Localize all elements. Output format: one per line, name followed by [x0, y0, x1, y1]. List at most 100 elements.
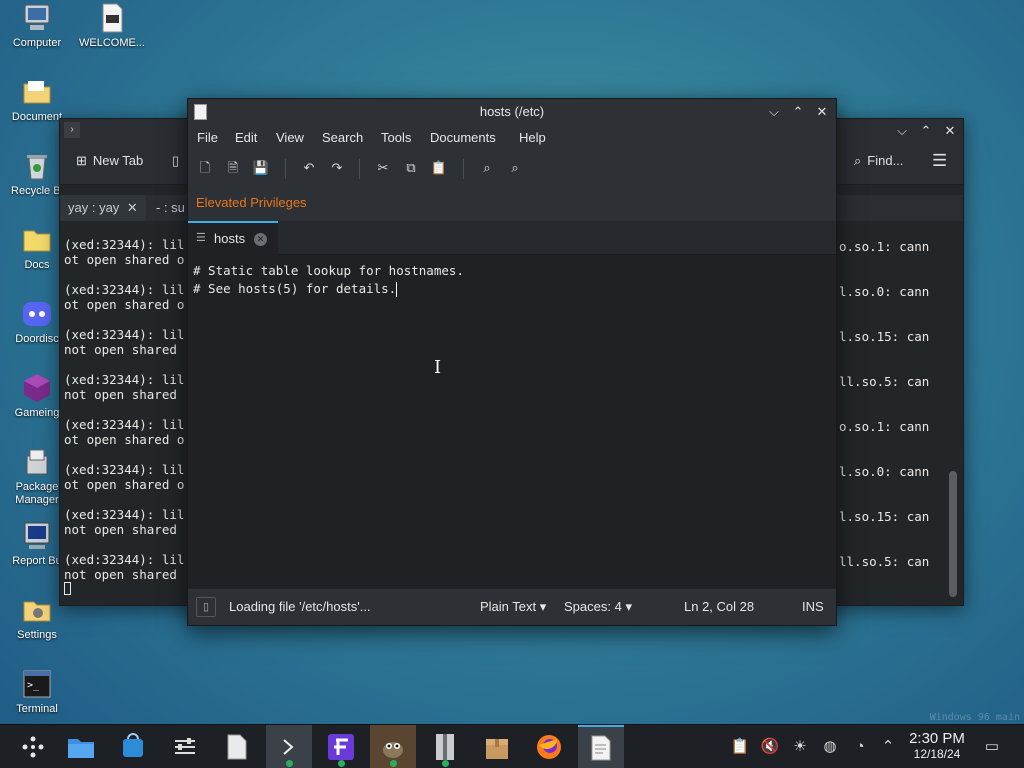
start-logo-icon [22, 736, 44, 758]
box-icon [486, 739, 508, 759]
desktop-icon-label: WELCOME... [78, 37, 145, 49]
syntax-dropdown[interactable]: Plain Text ▾ [480, 589, 546, 625]
taskbar-launcher[interactable] [318, 725, 364, 768]
tray-expand-chevron-icon[interactable]: ⌃ [878, 737, 898, 757]
volume-muted-icon[interactable]: 🔇 [760, 737, 780, 757]
search-icon[interactable]: ⌕ [478, 159, 496, 177]
desktop-icon-documents[interactable]: Document [0, 76, 74, 124]
desktop-icon-terminal[interactable]: >_ Terminal [0, 668, 74, 716]
new-document-icon[interactable]: 🗋 [196, 159, 214, 177]
document-list-icon: ☰ [196, 232, 206, 244]
os-watermark: Windows 96 main [929, 712, 1020, 723]
editor-line: # See hosts(5) for details. [193, 281, 398, 297]
brightness-icon[interactable]: ☀ [790, 737, 810, 757]
taskbar-firefox[interactable] [526, 725, 572, 768]
clock-time: 2:30 PM [909, 730, 965, 747]
window-title: hosts (/etc) [479, 104, 545, 119]
document-tab-hosts[interactable]: ☰ hosts ✕ [188, 221, 278, 255]
taskbar-documents[interactable] [214, 725, 260, 768]
text-cursor [396, 282, 398, 297]
dropdown-arrow-icon: ▾ [539, 599, 547, 614]
text-editor-window[interactable]: hosts (/etc) ⌵ ⌃ ✕ File Edit View Search… [187, 98, 837, 626]
toolbar-separator [463, 159, 464, 179]
taskbar-archive[interactable] [422, 725, 468, 768]
start-menu-button[interactable] [10, 725, 56, 768]
editor-titlebar[interactable]: hosts (/etc) ⌵ ⌃ ✕ [188, 99, 836, 125]
save-icon[interactable]: 💾 [252, 159, 270, 177]
maximize-button[interactable]: ⌃ [788, 99, 808, 125]
taskbar-mixer[interactable] [162, 725, 208, 768]
minimize-button[interactable]: ⌵ [892, 118, 912, 144]
search-icon: ⌕ [854, 153, 862, 168]
new-tab-icon: ⊞ [76, 153, 87, 168]
monitor-icon [21, 520, 53, 552]
terminal-line: o.so.1: cann [839, 419, 930, 434]
menu-view[interactable]: View [276, 125, 304, 151]
tab-width-dropdown[interactable]: Spaces: 4 ▾ [564, 589, 632, 625]
taskbar-software-store[interactable] [110, 725, 156, 768]
blank-document-icon [227, 734, 247, 760]
desktop-icon-computer[interactable]: Computer [0, 2, 74, 50]
new-tab-button[interactable]: ⊞ New Tab [76, 153, 143, 169]
hamburger-menu-icon[interactable]: ☰ [932, 151, 947, 171]
editor-app-icon [194, 104, 207, 120]
open-document-icon[interactable]: 🗎 [224, 159, 242, 177]
markdown-file-icon [96, 2, 128, 34]
gauge-icon[interactable]: ◔ [850, 737, 870, 757]
clock[interactable]: 2:30 PM 12/18/24 [900, 730, 974, 761]
menu-help[interactable]: Help [519, 125, 546, 151]
toolbar-separator [285, 159, 286, 179]
editor-toolbar: 🗋 🗎 💾 ↶ ↷ ✂ ⧉ 📋 ⌕ ⌕ [188, 151, 836, 185]
cut-icon[interactable]: ✂ [374, 159, 392, 177]
show-desktop-icon[interactable]: ▭ [982, 737, 1002, 757]
insert-mode[interactable]: INS [802, 589, 824, 625]
paste-icon[interactable]: 📋 [430, 159, 448, 177]
clipboard-icon[interactable]: 📋 [730, 737, 750, 757]
folder-icon [21, 76, 53, 108]
undo-icon[interactable]: ↶ [300, 159, 318, 177]
archive-zip-icon [436, 734, 454, 760]
terminal-line: ll.so.5: can [839, 374, 930, 389]
game-cube-icon [21, 372, 53, 404]
redo-icon[interactable]: ↷ [328, 159, 346, 177]
taskbar-gimp[interactable] [370, 725, 416, 768]
taskbar-file-manager[interactable] [58, 725, 104, 768]
firefox-icon [537, 735, 561, 759]
menu-search[interactable]: Search [322, 125, 363, 151]
terminal-icon: >_ [21, 668, 53, 700]
taskbar: 📋 🔇 ☀ ◍ ◔ ⌃ 2:30 PM 12/18/24 ▭ [0, 724, 1024, 768]
search-replace-icon[interactable]: ⌕ [506, 159, 524, 177]
minimize-button[interactable]: ⌵ [764, 99, 784, 125]
menu-documents[interactable]: Documents [430, 125, 496, 151]
close-button[interactable]: ✕ [812, 99, 832, 125]
desktop-icon-welcome[interactable]: WELCOME... [75, 2, 149, 50]
desktop-icon-label: Settings [17, 629, 57, 641]
discord-icon [21, 298, 53, 330]
taskbar-terminal[interactable] [266, 725, 312, 768]
tab-close-icon[interactable]: ✕ [127, 200, 138, 215]
dropdown-arrow-icon: ▾ [625, 599, 632, 614]
close-button[interactable]: ✕ [940, 118, 960, 144]
terminal-line: o.so.1: cann [839, 239, 930, 254]
taskbar-text-editor[interactable] [578, 725, 624, 768]
menu-tools[interactable]: Tools [381, 125, 411, 151]
tab-close-icon[interactable]: ✕ [254, 233, 267, 246]
network-icon[interactable]: ◍ [820, 737, 840, 757]
taskbar-package[interactable] [474, 725, 520, 768]
terminal-menu-chevron-icon[interactable]: › [64, 122, 80, 138]
maximize-button[interactable]: ⌃ [916, 118, 936, 144]
copy-icon[interactable]: ⧉ [402, 159, 420, 177]
gimp-icon [383, 742, 403, 758]
terminal-line: l.so.0: cann [839, 284, 930, 299]
document-tabbar: ☰ hosts ✕ [188, 221, 836, 255]
menu-edit[interactable]: Edit [235, 125, 257, 151]
terminal-tab[interactable]: yay : yay ✕ [60, 195, 146, 221]
sidebar-toggle-icon[interactable]: ▯ [196, 597, 216, 617]
toolbar-separator [359, 159, 360, 179]
menu-file[interactable]: File [197, 125, 218, 151]
find-button[interactable]: ⌕ Find... [854, 153, 903, 169]
text-editor-area[interactable]: # Static table lookup for hostnames. # S… [188, 257, 836, 589]
editor-line: # Static table lookup for hostnames. [193, 263, 464, 278]
split-view-icon[interactable]: ▯ [172, 153, 179, 169]
terminal-scrollbar[interactable] [949, 471, 957, 597]
